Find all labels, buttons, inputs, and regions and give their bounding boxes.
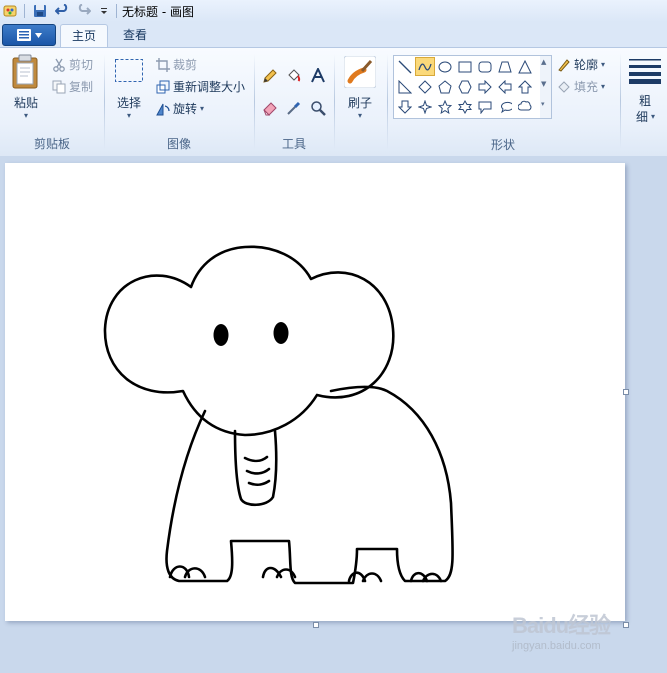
pencil-icon[interactable]	[260, 66, 280, 86]
diamond-shape-icon[interactable]	[415, 77, 435, 96]
baidu-watermark: Baidu经验 jingyan.baidu.com	[512, 600, 662, 660]
size-button[interactable]: 细 ▾	[636, 108, 655, 125]
rotate-button[interactable]: 旋转 ▾	[156, 100, 204, 117]
cut-button[interactable]: 剪切	[52, 56, 93, 73]
brush-icon[interactable]	[343, 55, 377, 89]
menu-icon	[16, 29, 31, 41]
left-arrow-shape-icon[interactable]	[495, 77, 515, 96]
polygon-shape-icon[interactable]	[495, 57, 515, 76]
paint-menu-button[interactable]	[2, 24, 56, 46]
clipboard-group-label: 剪贴板	[33, 137, 70, 151]
resize-button[interactable]: 重新调整大小	[156, 78, 245, 95]
select-icon[interactable]	[114, 58, 144, 84]
triangle-shape-icon[interactable]	[515, 57, 535, 76]
oval-callout-shape-icon[interactable]	[495, 97, 515, 116]
pentagon-shape-icon[interactable]	[435, 77, 455, 96]
copy-icon	[52, 80, 66, 93]
canvas-resize-handle-bottom[interactable]	[313, 622, 319, 628]
resize-icon	[156, 80, 170, 93]
color-picker-icon[interactable]	[284, 98, 304, 118]
watermark-brand: Baidu经验	[512, 613, 611, 638]
fill-dropdown-arrow[interactable]: ▾	[601, 82, 605, 91]
tools-group-label: 工具	[281, 137, 306, 151]
gallery-expand-icon[interactable]: ▾	[541, 100, 545, 108]
paste-icon[interactable]	[8, 54, 44, 90]
select-button[interactable]: 选择	[112, 94, 146, 111]
crop-icon	[156, 57, 170, 72]
rectangular-callout-shape-icon[interactable]	[475, 97, 495, 116]
fill-button[interactable]: 填充 ▾	[557, 78, 605, 95]
six-point-star-shape-icon[interactable]	[455, 97, 475, 116]
up-arrow-shape-icon[interactable]	[515, 77, 535, 96]
fill-icon	[558, 80, 570, 93]
tab-home[interactable]: 主页	[60, 24, 108, 48]
fill-label: 填充	[574, 80, 599, 94]
chevron-down-icon	[34, 32, 42, 38]
down-arrow-shape-icon[interactable]	[395, 97, 415, 116]
line-size-icon[interactable]	[628, 58, 662, 84]
undo-icon[interactable]	[54, 3, 70, 19]
tab-view[interactable]: 查看	[112, 24, 158, 47]
text-tool-icon[interactable]	[308, 66, 328, 86]
scroll-down-icon[interactable]: ▼	[541, 80, 546, 88]
rotate-icon	[156, 103, 170, 115]
watermark-url: jingyan.baidu.com	[512, 640, 601, 652]
hexagon-shape-icon[interactable]	[455, 77, 475, 96]
outline-label: 轮廓	[574, 58, 599, 72]
cloud-callout-shape-icon[interactable]	[515, 97, 535, 116]
paste-dropdown-arrow[interactable]: ▾	[8, 111, 44, 120]
ribbon-tab-row: 主页 查看	[0, 22, 667, 48]
select-dropdown-arrow[interactable]: ▾	[112, 111, 146, 120]
right-triangle-shape-icon[interactable]	[395, 77, 415, 96]
size-dropdown-arrow[interactable]: ▾	[651, 112, 655, 121]
eraser-icon[interactable]	[260, 98, 280, 118]
elephant-drawing	[103, 245, 454, 585]
brushes-dropdown-arrow[interactable]: ▾	[342, 111, 378, 120]
curve-shape-icon[interactable]	[415, 57, 435, 76]
magnifier-icon[interactable]	[308, 98, 328, 118]
copy-button[interactable]: 复制	[52, 78, 93, 95]
title-bar: 无标题 - 画图	[0, 0, 667, 23]
shapes-gallery-scrollbar[interactable]: ▲ ▼ ▾	[540, 55, 552, 119]
brushes-button[interactable]: 刷子	[342, 94, 378, 111]
redo-icon[interactable]	[76, 3, 92, 19]
window-title: 无标题 - 画图	[122, 5, 194, 19]
rotate-label: 旋转	[173, 102, 198, 116]
outline-button[interactable]: 轮廓 ▾	[557, 56, 605, 73]
image-group-label: 图像	[166, 137, 191, 151]
outline-brush-icon	[558, 58, 570, 72]
copy-label: 复制	[69, 80, 94, 94]
customize-toolbar-icon[interactable]	[96, 3, 112, 19]
resize-label: 重新调整大小	[173, 80, 246, 94]
paste-button[interactable]: 粘贴	[8, 94, 44, 111]
outline-dropdown-arrow[interactable]: ▾	[601, 60, 605, 69]
cut-label: 剪切	[69, 58, 94, 72]
rotate-dropdown-arrow[interactable]: ▾	[200, 104, 204, 113]
save-icon[interactable]	[32, 3, 48, 19]
oval-shape-icon[interactable]	[435, 57, 455, 76]
rectangle-shape-icon[interactable]	[455, 57, 475, 76]
canvas-resize-handle-right[interactable]	[623, 389, 629, 395]
fill-bucket-icon[interactable]	[284, 66, 304, 86]
crop-button[interactable]: 裁剪	[156, 56, 197, 73]
five-point-star-shape-icon[interactable]	[435, 97, 455, 116]
line-shape-icon[interactable]	[395, 57, 415, 76]
crop-label: 裁剪	[173, 58, 198, 72]
four-point-star-shape-icon[interactable]	[415, 97, 435, 116]
rounded-rectangle-shape-icon[interactable]	[475, 57, 495, 76]
paint-app-icon[interactable]	[2, 3, 18, 19]
shapes-gallery	[393, 55, 543, 119]
size-label-top[interactable]: 粗	[630, 92, 660, 109]
scissors-icon	[53, 58, 65, 72]
scroll-up-icon[interactable]: ▲	[541, 58, 546, 66]
drawing-canvas[interactable]	[5, 163, 625, 621]
size-label-bottom: 细	[636, 110, 649, 124]
right-arrow-shape-icon[interactable]	[475, 77, 495, 96]
